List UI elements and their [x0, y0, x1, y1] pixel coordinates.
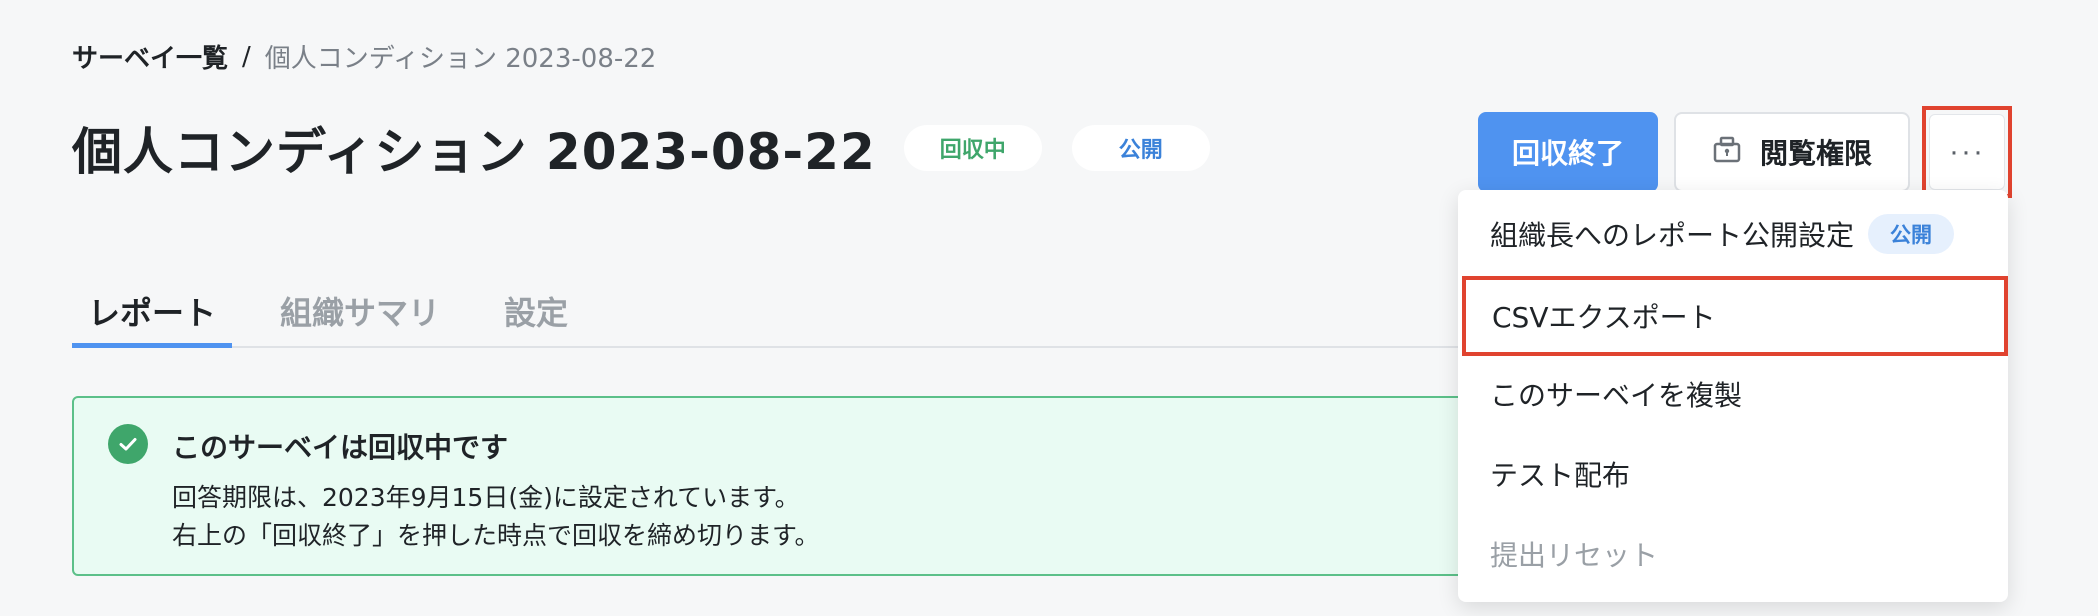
breadcrumb: サーベイ一覧 / 個人コンディション 2023-08-22 — [72, 38, 656, 75]
notice-deadline-text: 回答期限は、2023年9月15日(金)に設定されています。 — [172, 483, 800, 512]
menu-item-csv-export[interactable]: CSVエクスポート — [1462, 276, 2008, 356]
tab-report[interactable]: レポート — [72, 278, 232, 348]
menu-item-duplicate-survey[interactable]: このサーベイを複製 — [1458, 354, 2008, 434]
menu-item-test-distribution[interactable]: テスト配布 — [1458, 434, 2008, 514]
breadcrumb-separator: / — [242, 41, 251, 72]
end-collection-button[interactable]: 回収終了 — [1478, 112, 1658, 192]
menu-item-reset-submissions: 提出リセット — [1458, 514, 2008, 594]
publish-status-badge: 公開 — [1868, 214, 1955, 254]
menu-item-label: CSVエクスポート — [1492, 301, 1716, 334]
view-permission-label: 閲覧権限 — [1759, 138, 1872, 169]
menu-item-label: テスト配布 — [1490, 459, 1631, 492]
page-title: 個人コンディション 2023-08-22 — [72, 123, 876, 181]
collection-notice: このサーベイは回収中です 回答期限は、2023年9月15日(金)に設定されていま… — [72, 396, 1492, 576]
status-badge: 回収中 — [903, 125, 1042, 171]
visibility-badge: 公開 — [1071, 125, 1210, 171]
lock-icon — [1712, 134, 1742, 171]
menu-item-label: 提出リセット — [1490, 539, 1659, 572]
breadcrumb-survey-list-link[interactable]: サーベイ一覧 — [72, 38, 228, 75]
menu-item-label: 組織長へのレポート公開設定 — [1490, 219, 1855, 252]
more-button-highlight: ··· — [1922, 106, 2012, 198]
header-actions: 回収終了 閲覧権限 ··· — [1478, 106, 2012, 198]
notice-title: このサーベイは回収中です — [172, 431, 509, 464]
menu-item-label: このサーベイを複製 — [1490, 379, 1743, 412]
check-circle-icon — [108, 424, 148, 464]
more-options-button[interactable]: ··· — [1929, 114, 2005, 190]
title-row: 個人コンディション 2023-08-22 回収中 公開 — [72, 112, 1210, 184]
more-options-menu: 組織長へのレポート公開設定 公開 CSVエクスポート このサーベイを複製 テスト… — [1458, 190, 2008, 602]
view-permission-button[interactable]: 閲覧権限 — [1674, 112, 1910, 192]
tab-settings[interactable]: 設定 — [504, 278, 568, 348]
breadcrumb-current: 個人コンディション 2023-08-22 — [264, 44, 657, 74]
tab-org-summary[interactable]: 組織サマリ — [280, 278, 440, 348]
notice-instruction-text: 右上の「回収終了」を押した時点で回収を締め切ります。 — [172, 521, 820, 550]
tab-bar: レポート 組織サマリ 設定 — [72, 278, 1472, 348]
menu-item-report-publish-settings[interactable]: 組織長へのレポート公開設定 公開 — [1458, 194, 2008, 274]
